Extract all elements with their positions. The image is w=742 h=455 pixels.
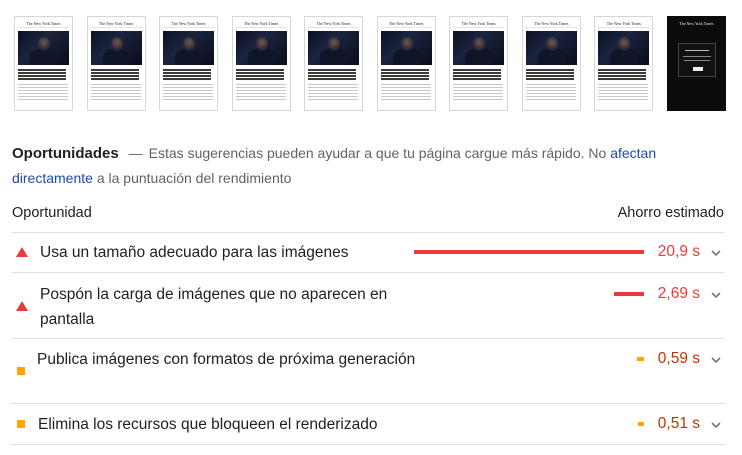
divider: [12, 444, 724, 445]
frame-masthead: The New York Times: [534, 21, 569, 26]
filmstrip-frame: The New York Times: [86, 16, 146, 111]
frame-photo: [598, 31, 650, 65]
triangle-icon: [16, 247, 28, 257]
frame-masthead: The New York Times: [98, 21, 134, 26]
filmstrip-frame: The New York Times: [594, 16, 654, 111]
opportunities-header: Oportunidades — Estas sugerencias pueden a…: [12, 141, 730, 191]
frame-masthead: The New York Times: [389, 21, 424, 26]
opportunity-row[interactable]: Usa un tamaño adecuado para las imágenes…: [12, 240, 724, 264]
opportunity-label: Elimina los recursos que bloqueen el ren…: [38, 416, 378, 433]
frame-photo: [525, 31, 577, 65]
section-title: Oportunidades: [12, 145, 119, 162]
frame-masthead: The New York Times: [606, 21, 641, 26]
filmstrip-frame: The New York Times: [449, 16, 509, 111]
filmstrip-frame: The New York Times: [521, 16, 581, 111]
section-description: Estas sugerencias pueden ayudar a que tu…: [148, 145, 611, 161]
square-icon: [17, 420, 25, 428]
frame-masthead: The New York Times: [244, 21, 279, 26]
savings-bar: [637, 357, 644, 361]
title-dash: —: [128, 145, 143, 161]
chevron-down-icon[interactable]: [710, 354, 722, 366]
chevron-down-icon[interactable]: [710, 289, 722, 301]
column-opportunity: Oportunidad: [12, 205, 92, 221]
chevron-down-icon[interactable]: [710, 247, 722, 259]
filmstrip-frame: The New York Times: [159, 16, 219, 111]
frame-photo: [90, 31, 142, 65]
filmstrip-frame: The New York Times: [14, 16, 73, 111]
divider: [12, 403, 724, 404]
frame-masthead: The New York Times: [679, 21, 714, 26]
divider: [12, 232, 724, 233]
opportunity-row[interactable]: Publica imágenes con formatos de próxima…: [12, 346, 724, 396]
opportunity-row[interactable]: Elimina los recursos que bloqueen el ren…: [12, 412, 724, 436]
frame-photo: [163, 31, 215, 65]
opportunity-label: Pospón la carga de imágenes que no apare…: [40, 286, 388, 328]
chevron-down-icon[interactable]: [710, 419, 722, 431]
savings-value: 0,51 s: [657, 415, 700, 432]
frame-photo: [453, 31, 505, 65]
savings-value: 2,69 s: [657, 285, 700, 302]
table-header: Oportunidad Ahorro estimado: [12, 205, 724, 221]
frame-masthead: The New York Times: [26, 21, 61, 26]
frame-masthead: The New York Times: [316, 21, 351, 26]
frame-modal: [677, 43, 716, 77]
opportunity-label: Usa un tamaño adecuado para las imágenes: [40, 244, 349, 261]
frame-photo: [308, 31, 360, 65]
opportunity-label: Publica imágenes con formatos de próxima…: [37, 351, 416, 368]
savings-bar: [614, 292, 644, 296]
frame-photo: [18, 31, 69, 65]
frame-photo: [235, 31, 287, 65]
filmstrip-frame: The New York Times: [231, 16, 291, 111]
savings-value: 20,9 s: [657, 243, 700, 260]
savings-value: 0,59 s: [657, 350, 700, 367]
filmstrip-frame: The New York Times: [666, 16, 726, 111]
divider: [12, 338, 724, 339]
frame-masthead: The New York Times: [461, 21, 496, 26]
opportunity-row[interactable]: Pospón la carga de imágenes que no apare…: [12, 281, 724, 331]
filmstrip-frame: The New York Times: [304, 16, 364, 111]
frame-masthead: The New York Times: [171, 21, 206, 26]
filmstrip-frame: The New York Times: [376, 16, 436, 111]
screenshot-filmstrip: The New York Times The New York Times The …: [14, 16, 726, 112]
square-icon: [17, 367, 25, 375]
divider: [12, 272, 724, 273]
triangle-icon: [16, 301, 28, 311]
column-savings: Ahorro estimado: [617, 205, 724, 221]
frame-photo: [380, 31, 432, 65]
savings-bar: [638, 422, 644, 426]
savings-bar: [414, 250, 644, 254]
section-description-end: a la puntuación del rendimiento: [92, 170, 292, 186]
